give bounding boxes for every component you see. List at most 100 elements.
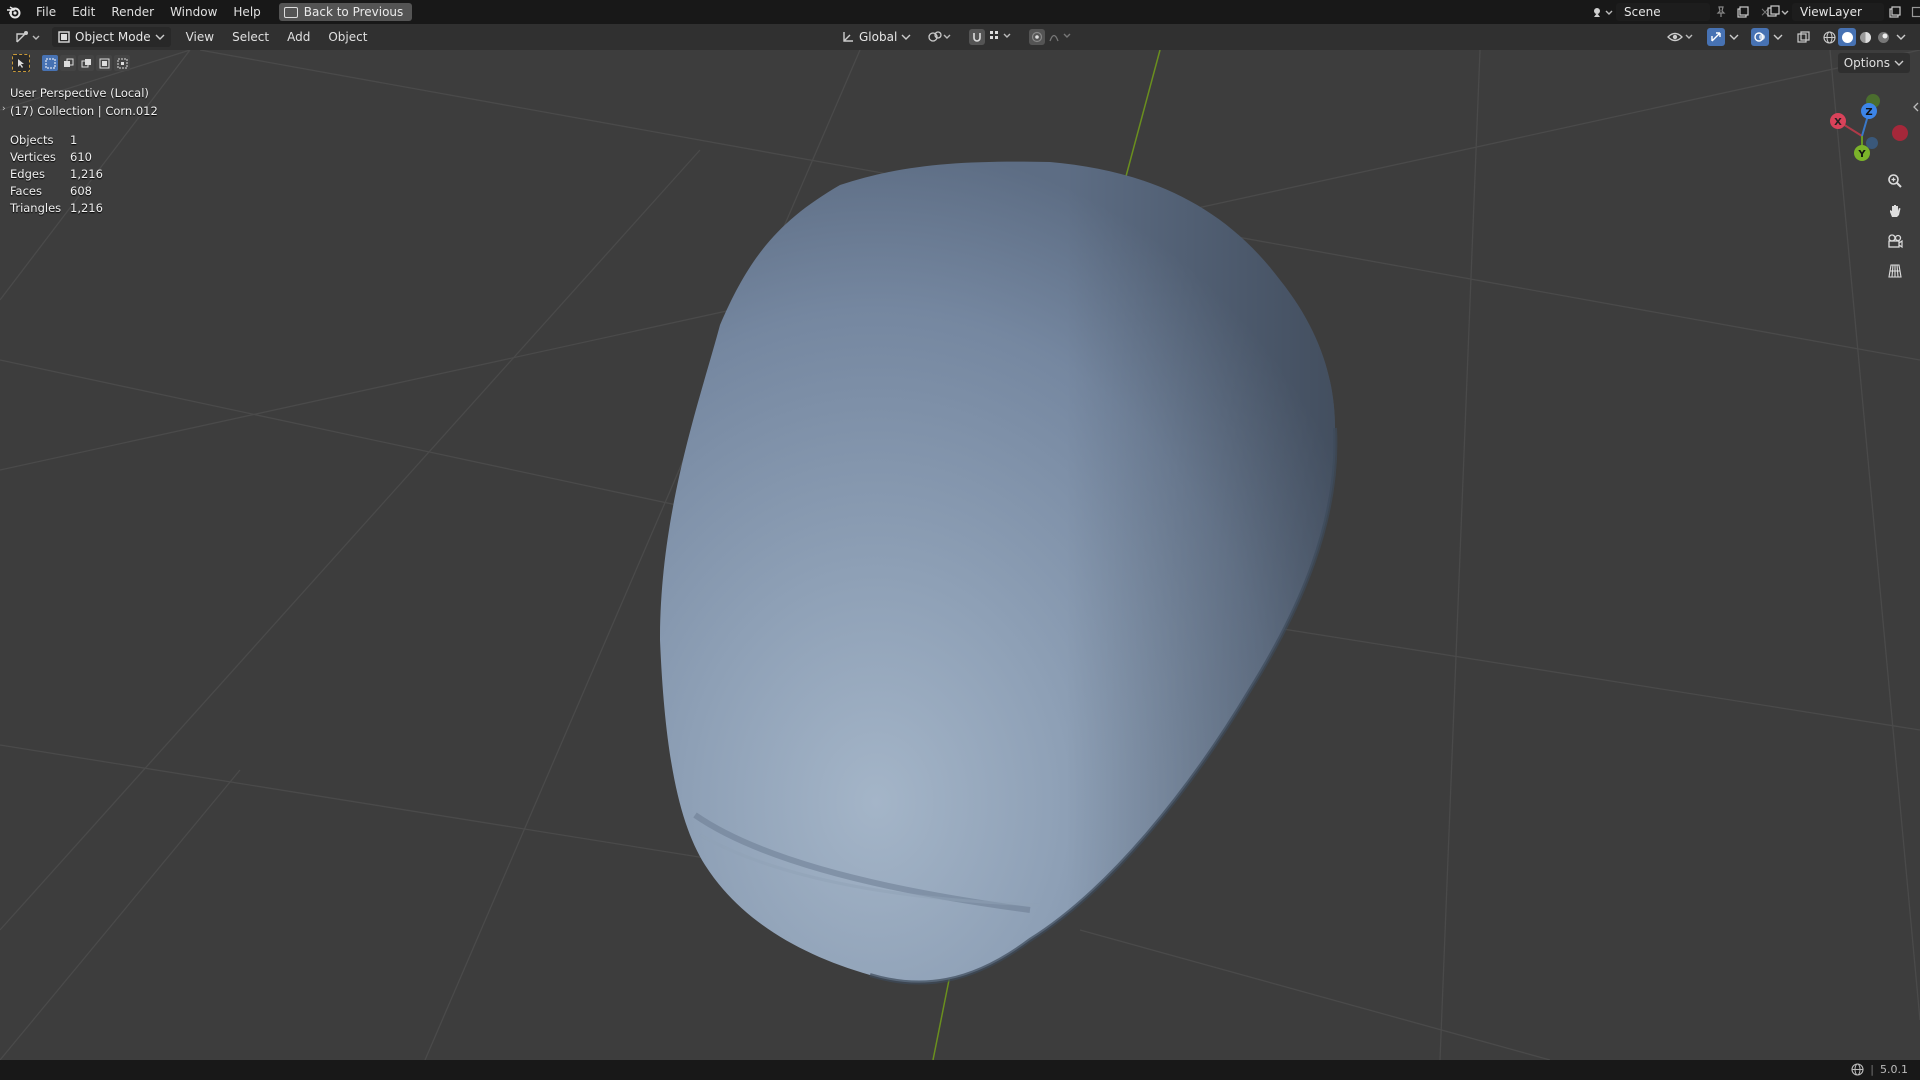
gizmo-dropdown[interactable] — [1702, 27, 1744, 47]
menu-render[interactable]: Render — [103, 0, 162, 24]
menu-edit[interactable]: Edit — [64, 0, 103, 24]
blender-logo-icon[interactable] — [6, 4, 22, 20]
viewlayer-name: ViewLayer — [1800, 5, 1862, 19]
perspective-toggle-icon[interactable] — [1882, 258, 1908, 284]
scene-icon[interactable] — [1588, 3, 1616, 21]
scene-name: Scene — [1624, 5, 1661, 19]
zoom-icon[interactable] — [1882, 168, 1908, 194]
material-preview-shading-icon[interactable] — [1856, 28, 1874, 46]
wireframe-shading-icon[interactable] — [1820, 28, 1838, 46]
pan-hand-icon[interactable] — [1882, 198, 1908, 224]
shading-mode-group — [1820, 28, 1910, 46]
menu-file[interactable]: File — [28, 0, 64, 24]
viewlayer-name-field[interactable]: ViewLayer — [1792, 3, 1884, 21]
pin-scene-icon[interactable] — [1710, 3, 1732, 21]
z-axis-line — [1124, 50, 1161, 181]
select-tool-row — [12, 54, 130, 72]
new-viewlayer-icon[interactable] — [1884, 3, 1906, 21]
back-to-previous-label: Back to Previous — [303, 5, 404, 19]
pivot-point-icon — [928, 31, 951, 42]
stat-label: Vertices — [10, 150, 56, 164]
chevron-down-icon — [155, 34, 165, 40]
editor-type-dropdown[interactable] — [10, 27, 46, 47]
visibility-dropdown[interactable] — [1662, 27, 1700, 47]
collection-label: (17) Collection | Corn.012 — [10, 104, 158, 118]
stat-value: 608 — [70, 184, 92, 198]
object-mode-icon — [58, 31, 70, 43]
transform-orientation-dropdown[interactable]: Global — [836, 27, 916, 47]
scene-selector: Scene × — [1588, 3, 1776, 21]
overlays-dropdown[interactable] — [1746, 27, 1788, 47]
select-set-icon[interactable] — [42, 55, 58, 71]
mode-dropdown[interactable]: Object Mode — [52, 27, 171, 47]
stat-label: Edges — [10, 167, 45, 181]
menu-add[interactable]: Add — [278, 30, 319, 44]
xray-toggle-icon[interactable] — [1794, 28, 1812, 46]
viewport-display-tools — [1662, 27, 1910, 47]
selection-mode-group — [42, 55, 130, 71]
stat-row: Triangles 1,216 — [10, 200, 103, 217]
menu-help[interactable]: Help — [225, 0, 268, 24]
stat-label: Triangles — [10, 201, 62, 215]
solid-shading-icon[interactable] — [1838, 28, 1856, 46]
stat-row: Objects 1 — [10, 132, 103, 149]
tweak-tool-icon[interactable] — [12, 54, 30, 72]
select-extend-icon[interactable] — [60, 55, 76, 71]
y-axis-line — [932, 974, 951, 1060]
snap-target-icon[interactable] — [989, 30, 1013, 45]
select-intersect-icon[interactable] — [114, 55, 130, 71]
viewlayer-icon[interactable] — [1764, 3, 1792, 21]
status-separator: | — [1870, 1063, 1874, 1076]
viewport-header: Object Mode View Select Add Object Globa… — [0, 24, 1920, 50]
rendered-shading-icon[interactable] — [1874, 28, 1892, 46]
menu-select[interactable]: Select — [223, 30, 278, 44]
stat-label: Faces — [10, 184, 42, 198]
transform-tools: Global — [836, 27, 1078, 47]
new-scene-icon[interactable] — [1732, 3, 1754, 21]
menu-window[interactable]: Window — [162, 0, 225, 24]
navigation-gizmo[interactable]: X Z Y — [1830, 94, 1908, 161]
mode-label: Object Mode — [75, 30, 151, 44]
pivot-point-dropdown[interactable] — [922, 27, 958, 47]
stat-row: Edges 1,216 — [10, 166, 103, 183]
menu-object[interactable]: Object — [319, 30, 376, 44]
select-subtract-icon[interactable] — [78, 55, 94, 71]
main-menu: File Edit Render Window Help — [28, 0, 269, 24]
proportional-editing-group — [1024, 27, 1078, 47]
shading-options-chevron-icon[interactable] — [1892, 28, 1910, 46]
top-bar: File Edit Render Window Help Back to Pre… — [0, 0, 1920, 24]
globe-icon — [1851, 1063, 1864, 1076]
transform-orientation-label: Global — [859, 30, 898, 44]
chevron-down-icon — [1729, 34, 1739, 40]
3d-viewport[interactable]: X Z Y — [0, 50, 1920, 1060]
chevron-down-icon — [1894, 60, 1904, 66]
back-to-previous-button[interactable]: Back to Previous — [278, 3, 413, 21]
snap-toggle-icon[interactable] — [969, 29, 986, 45]
proportional-editing-icon[interactable] — [1029, 29, 1046, 45]
stat-value: 1,216 — [70, 201, 103, 215]
scene-name-field[interactable]: Scene — [1616, 3, 1710, 21]
gizmo-x-label: X — [1834, 117, 1842, 128]
editor-type-icon — [16, 31, 40, 43]
falloff-icon[interactable] — [1049, 30, 1073, 45]
delete-viewlayer-icon[interactable] — [1906, 3, 1920, 21]
camera-view-icon[interactable] — [1882, 228, 1908, 254]
collection-expand-icon[interactable]: › — [2, 104, 6, 114]
orientation-axes-icon — [843, 32, 853, 42]
corn-mesh[interactable] — [660, 161, 1338, 985]
options-dropdown[interactable]: Options — [1837, 53, 1910, 73]
stat-value: 1,216 — [70, 167, 103, 181]
version-label: 5.0.1 — [1880, 1063, 1908, 1076]
viewport-scene: X Z Y — [0, 50, 1920, 1060]
status-right: | 5.0.1 — [1851, 1063, 1908, 1076]
chevron-down-icon — [1773, 34, 1783, 40]
menu-view[interactable]: View — [177, 30, 223, 44]
gizmo-icon — [1707, 28, 1725, 46]
sidebar-toggle-icon[interactable] — [1912, 100, 1920, 114]
stat-label: Objects — [10, 133, 54, 147]
stat-value: 1 — [70, 133, 78, 147]
options-label: Options — [1843, 56, 1890, 70]
select-invert-icon[interactable] — [96, 55, 112, 71]
status-bar: | 5.0.1 — [0, 1060, 1920, 1080]
gizmo-z-label: Z — [1865, 107, 1872, 118]
